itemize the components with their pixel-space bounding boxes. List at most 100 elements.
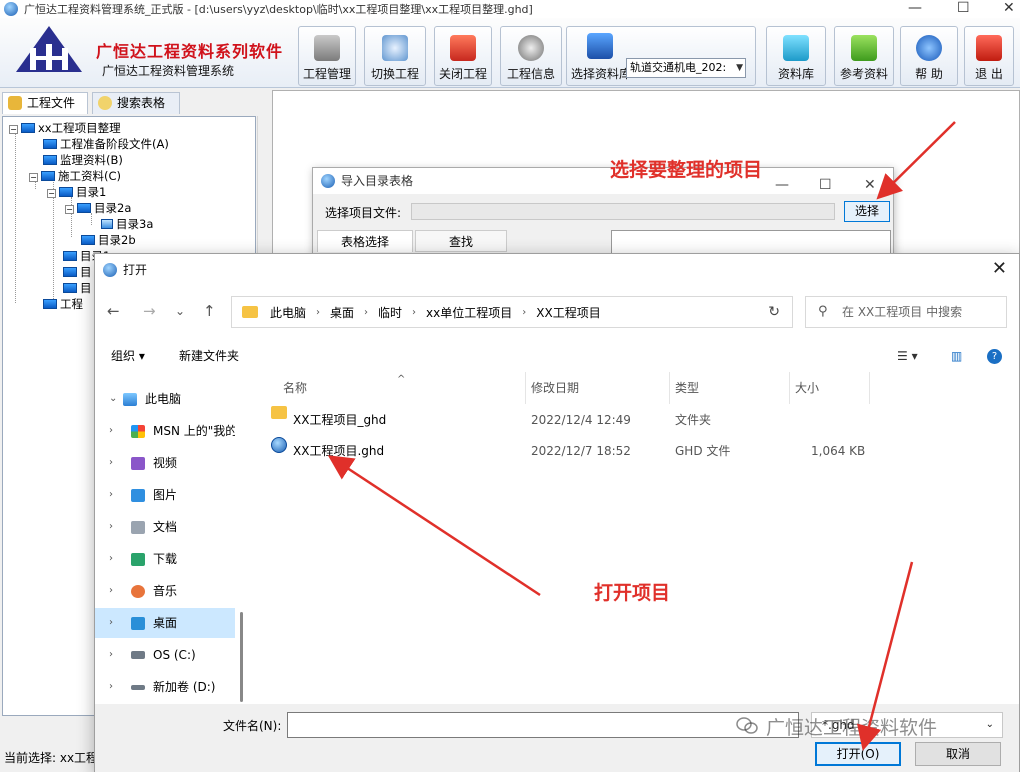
help-button[interactable]: 帮 助 (900, 26, 958, 86)
tab-find[interactable]: 查找 (415, 230, 507, 252)
project-management-button[interactable]: 工程管理 (298, 26, 356, 86)
tree-node-partial-3[interactable]: 目 (63, 280, 92, 296)
breadcrumb-desktop[interactable]: 桌面 (330, 304, 354, 321)
reference-button[interactable]: 参考资料 (834, 26, 894, 86)
tree-node-supervision[interactable]: 监理资料(B) (43, 152, 123, 168)
breadcrumb-this-pc[interactable]: 此电脑 (270, 304, 306, 321)
annotation-select-project: 选择要整理的项目 (610, 159, 763, 181)
column-header-name[interactable]: 名称 (283, 372, 307, 404)
breadcrumb-xx-project[interactable]: XX工程项目 (536, 304, 600, 321)
tab-table-select[interactable]: 表格选择 (317, 230, 413, 252)
search-icon (98, 96, 112, 110)
nav-item-downloads[interactable]: › 下载 (95, 544, 235, 574)
maximize-button[interactable]: ☐ (957, 0, 970, 16)
file-type: GHD 文件 (675, 444, 731, 458)
tab-search-tables[interactable]: 搜索表格 (92, 92, 180, 114)
breadcrumb-unit-projects[interactable]: xx单位工程项目 (426, 304, 512, 321)
tree-node-construction[interactable]: − 施工资料(C) (29, 168, 121, 184)
minimize-button[interactable]: — (775, 172, 789, 198)
file-row[interactable]: XX工程项目.ghd 2022/12/7 18:52 GHD 文件 1,064 … (271, 437, 991, 465)
nav-item-label: MSN 上的"我的 (153, 424, 235, 438)
nav-item-label: 新加卷 (D:) (153, 680, 216, 694)
chevron-right-icon[interactable]: › (109, 672, 113, 702)
tree-node-partial-2[interactable]: 目 (63, 264, 92, 280)
tree-node-label: xx工程项目整理 (38, 121, 121, 135)
tree-node-dir1[interactable]: − 目录1 (47, 184, 106, 200)
close-icon[interactable]: ✕ (992, 258, 1007, 279)
select-file-button[interactable]: 选择 (844, 201, 890, 222)
tree-node-label: 工程准备阶段文件(A) (60, 137, 169, 151)
close-window-button[interactable]: ✕ (1003, 0, 1015, 16)
nav-item-drive-d[interactable]: › 新加卷 (D:) (95, 672, 235, 702)
navigation-pane: ⌄ 此电脑 › MSN 上的"我的 › 视频 › 图片 › 文档 › 下载 › … (95, 372, 243, 704)
project-file-path-input[interactable] (411, 203, 835, 220)
help-icon[interactable]: ? (987, 349, 1002, 364)
app-icon (4, 2, 18, 16)
help-label: 帮 助 (915, 67, 943, 81)
nav-item-drive-c[interactable]: › OS (C:) (95, 640, 235, 670)
cancel-button[interactable]: 取消 (915, 742, 1001, 766)
file-row[interactable]: XX工程项目_ghd 2022/12/4 12:49 文件夹 (271, 406, 991, 434)
search-input[interactable]: ⚲ 在 XX工程项目 中搜索 (805, 296, 1007, 328)
minimize-button[interactable]: — (908, 0, 922, 16)
preview-pane-icon[interactable]: ▥ (951, 342, 962, 370)
filename-input[interactable] (287, 712, 799, 738)
close-project-button[interactable]: 关闭工程 (434, 26, 492, 86)
up-arrow-icon[interactable]: ↑ (203, 302, 216, 320)
maximize-button[interactable]: ☐ (819, 172, 832, 198)
chevron-right-icon[interactable]: › (109, 512, 113, 542)
search-icon: ⚲ (818, 304, 828, 319)
chevron-right-icon[interactable]: › (109, 480, 113, 510)
chevron-right-icon[interactable]: › (109, 544, 113, 574)
tree-node-dir2a[interactable]: − 目录2a (65, 200, 131, 216)
nav-item-label: 此电脑 (145, 392, 182, 406)
chevron-right-icon[interactable]: › (109, 448, 113, 478)
chevron-right-icon[interactable]: › (109, 416, 113, 446)
tree-node-label: 目录3a (116, 217, 154, 231)
tab-project-files[interactable]: 工程文件 (2, 92, 88, 114)
switch-project-button[interactable]: 切换工程 (364, 26, 426, 86)
back-arrow-icon[interactable]: ← (107, 302, 120, 320)
close-button[interactable]: ✕ (864, 172, 876, 198)
project-info-button[interactable]: 工程信息 (500, 26, 562, 86)
tree-node-label: 目 (80, 281, 92, 295)
nav-scrollbar[interactable] (240, 612, 243, 702)
library-dropdown[interactable]: 轨道交通机电_202: ▼ (626, 58, 746, 78)
folder-icon (242, 306, 258, 318)
nav-item-videos[interactable]: › 视频 (95, 448, 235, 478)
watermark: 广恒达工程资料软件 (736, 712, 937, 740)
nav-item-documents[interactable]: › 文档 (95, 512, 235, 542)
chevron-right-icon[interactable]: › (109, 576, 113, 606)
nav-item-this-pc[interactable]: ⌄ 此电脑 (95, 384, 235, 414)
column-header-size[interactable]: 大小 (795, 372, 819, 404)
recent-locations-chevron-icon[interactable]: ⌄ (175, 304, 185, 318)
nav-item-msn[interactable]: › MSN 上的"我的 (95, 416, 235, 446)
tree-node-root[interactable]: − xx工程项目整理 (9, 120, 121, 136)
tree-node-dir2b[interactable]: 目录2b (81, 232, 136, 248)
folder-icon (63, 283, 77, 293)
breadcrumb-temp[interactable]: 临时 (378, 304, 402, 321)
nav-item-music[interactable]: › 音乐 (95, 576, 235, 606)
library-button[interactable]: 资料库 (766, 26, 826, 86)
nav-item-desktop[interactable]: › 桌面 (95, 608, 235, 638)
chevron-right-icon[interactable]: › (109, 640, 113, 670)
nav-item-pictures[interactable]: › 图片 (95, 480, 235, 510)
address-bar[interactable]: 此电脑 › 桌面 › 临时 › xx单位工程项目 › XX工程项目 ↻ (231, 296, 793, 328)
reference-label: 参考资料 (839, 67, 888, 81)
tree-node-partial-4[interactable]: 工程 (43, 296, 83, 312)
tree-node-dir3a[interactable]: 目录3a (101, 216, 153, 232)
forward-arrow-icon[interactable]: → (143, 302, 156, 320)
view-options-icon[interactable]: ☰ ▾ (897, 342, 918, 370)
organize-button[interactable]: 组织 ▾ (111, 342, 145, 370)
chevron-right-icon[interactable]: › (109, 608, 113, 638)
chevron-down-icon[interactable]: ⌄ (109, 384, 117, 414)
tree-node-label: 目录2a (94, 201, 132, 215)
new-folder-button[interactable]: 新建文件夹 (179, 342, 239, 370)
exit-button[interactable]: 退 出 (964, 26, 1014, 86)
column-header-type[interactable]: 类型 (675, 372, 699, 404)
brand-logo-icon (16, 26, 82, 72)
open-button[interactable]: 打开(O) (815, 742, 901, 766)
refresh-icon[interactable]: ↻ (768, 304, 780, 320)
column-header-modified[interactable]: 修改日期 (531, 372, 579, 404)
tree-node-prep[interactable]: 工程准备阶段文件(A) (43, 136, 169, 152)
